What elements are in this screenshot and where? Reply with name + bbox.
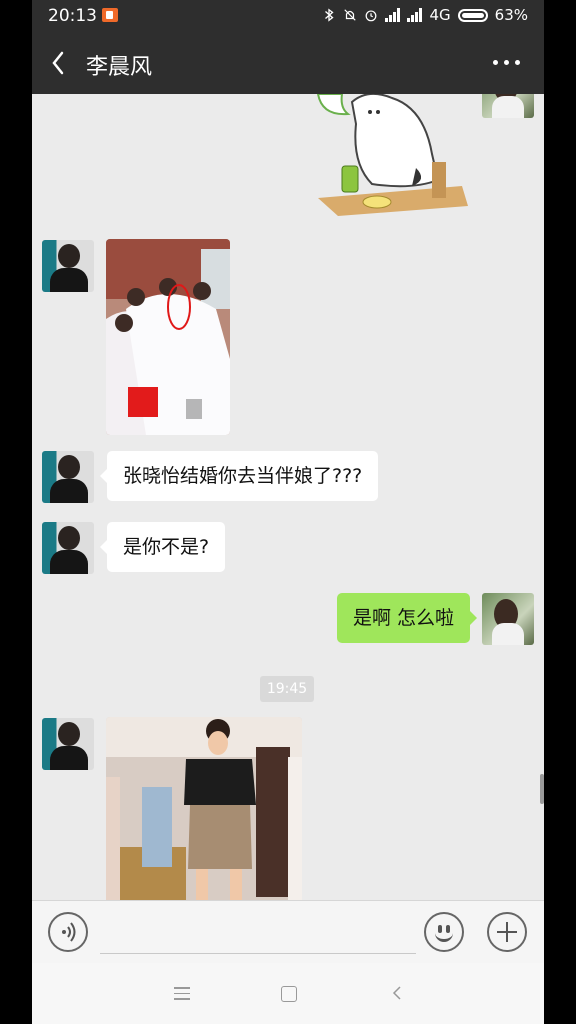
- text-message[interactable]: 是你不是?: [99, 522, 226, 572]
- chat-header: 李晨风: [32, 32, 544, 94]
- contact-avatar[interactable]: [42, 451, 94, 503]
- voice-icon[interactable]: [48, 912, 88, 952]
- chevron-left-icon[interactable]: [50, 50, 66, 76]
- input-bar: [32, 900, 544, 963]
- battery-percent: 63%: [494, 6, 528, 24]
- emoji-icon[interactable]: [424, 912, 464, 952]
- chat-title: 李晨风: [86, 55, 153, 80]
- status-icons: 4G 63%: [322, 6, 528, 24]
- contact-avatar[interactable]: [42, 718, 94, 770]
- alarm-icon: [366, 10, 377, 22]
- contact-avatar[interactable]: [42, 522, 94, 574]
- text-message[interactable]: 是啊 怎么啦: [336, 593, 478, 643]
- my-avatar[interactable]: [482, 593, 534, 645]
- text-message[interactable]: 张晓怡结婚你去当伴娘了???: [99, 451, 379, 501]
- message-input[interactable]: [100, 915, 416, 954]
- contact-avatar[interactable]: [42, 240, 94, 292]
- battery-icon: [457, 8, 488, 22]
- image-message[interactable]: [106, 717, 302, 900]
- plus-icon[interactable]: [487, 912, 527, 952]
- bluetooth-icon: [325, 8, 335, 22]
- image-message[interactable]: [106, 239, 230, 435]
- network-type: 4G: [429, 6, 451, 24]
- home-icon[interactable]: [281, 986, 297, 1002]
- status-time: 20:13: [48, 6, 97, 26]
- menu-icon[interactable]: [174, 987, 190, 1000]
- sticker-message[interactable]: [312, 94, 472, 222]
- mute-icon: [344, 9, 357, 21]
- chat-area[interactable]: 张晓怡结婚你去当伴娘了??? 是你不是? 是啊 怎么啦 19:45: [32, 94, 544, 900]
- more-dots-icon[interactable]: [493, 60, 520, 65]
- status-bar: 20:13 4G 63%: [32, 0, 544, 32]
- signal-icon: [385, 8, 401, 22]
- signal-icon: [407, 8, 423, 22]
- scrollbar[interactable]: [540, 774, 544, 804]
- time-divider: 19:45: [260, 676, 314, 702]
- my-avatar[interactable]: [482, 94, 534, 118]
- back-icon[interactable]: [392, 985, 402, 1001]
- phone-screen: 20:13 4G 63% 李晨风 张晓怡结婚你去当伴娘了??? 是你不是? 是啊…: [32, 0, 544, 1024]
- system-nav-bar: [32, 963, 544, 1024]
- screen-record-icon: [102, 8, 118, 22]
